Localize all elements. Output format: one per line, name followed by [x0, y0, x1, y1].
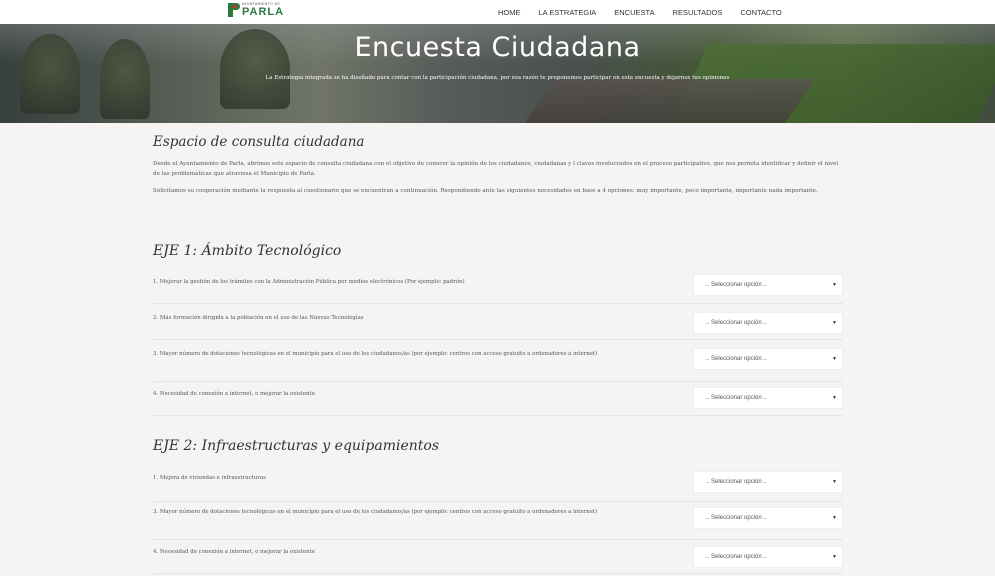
- caret-down-icon: ▼: [832, 282, 837, 288]
- question-row: 4. Necesidad de conexión a internet, o m…: [153, 382, 843, 416]
- intro-title: Espacio de consulta ciudadana: [153, 134, 365, 150]
- option-select[interactable]: .. Seleccionar opción .. ▼: [693, 507, 843, 529]
- question-row: 4. Necesidad de conexión a internet, o m…: [153, 540, 843, 574]
- select-value: .. Seleccionar opción ..: [706, 282, 767, 288]
- question-row: 2. Más formación dirigida a la población…: [153, 304, 843, 340]
- parla-logo[interactable]: AYUNTAMIENTO DE PARLA: [228, 2, 285, 18]
- question-text: 1. Mejorar la gestión de los trámites co…: [153, 279, 465, 285]
- intro-paragraph: Solicitamos su cooperación mediante la r…: [153, 188, 818, 194]
- option-select[interactable]: .. Seleccionar opción .. ▼: [693, 387, 843, 409]
- logo-big-text: PARLA: [242, 5, 285, 18]
- select-value: .. Seleccionar opción ..: [706, 395, 767, 401]
- intro-paragraph: Desde el Ayuntamiento de Parla, abrimos …: [153, 161, 839, 177]
- question-row: 1. Mejorar la gestión de los trámites co…: [153, 268, 843, 304]
- nav-la-estrategia[interactable]: LA ESTRATEGIA: [539, 8, 597, 17]
- select-value: .. Seleccionar opción ..: [706, 515, 767, 521]
- hero-banner: Encuesta Ciudadana La Estrategia integra…: [0, 24, 995, 123]
- question-text: 3. Mayor número de dotaciones tecnológic…: [153, 509, 598, 515]
- caret-down-icon: ▼: [832, 515, 837, 521]
- option-select[interactable]: .. Seleccionar opción .. ▼: [693, 274, 843, 296]
- option-select[interactable]: .. Seleccionar opción .. ▼: [693, 312, 843, 334]
- question-row: 3. Mayor número de dotaciones tecnológic…: [153, 502, 843, 540]
- caret-down-icon: ▼: [832, 479, 837, 485]
- question-text: 3. Mayor número de dotaciones tecnológic…: [153, 351, 598, 357]
- axis-2-title: EJE 2: Infraestructuras y equipamientos: [153, 438, 440, 454]
- option-select[interactable]: .. Seleccionar opción .. ▼: [693, 348, 843, 370]
- top-navigation-bar: AYUNTAMIENTO DE PARLA HOME LA ESTRATEGIA…: [0, 0, 995, 24]
- caret-down-icon: ▼: [832, 554, 837, 560]
- parla-logo-icon: [228, 3, 240, 18]
- option-select[interactable]: .. Seleccionar opción .. ▼: [693, 546, 843, 568]
- select-value: .. Seleccionar opción ..: [706, 356, 767, 362]
- caret-down-icon: ▼: [832, 320, 837, 326]
- select-value: .. Seleccionar opción ..: [706, 320, 767, 326]
- nav-home[interactable]: HOME: [498, 8, 521, 17]
- question-row: 1. Mejora de viviendas e infraestructura…: [153, 466, 843, 502]
- nav-resultados[interactable]: RESULTADOS: [673, 8, 723, 17]
- question-row: 3. Mayor número de dotaciones tecnológic…: [153, 340, 843, 382]
- hero-subtitle: La Estrategia integrada se ha diseñado p…: [265, 75, 730, 81]
- main-nav: HOME LA ESTRATEGIA ENCUESTA RESULTADOS C…: [498, 0, 782, 24]
- question-text: 4. Necesidad de conexión a internet, o m…: [153, 549, 315, 555]
- axis-1-title: EJE 1: Ámbito Tecnológico: [153, 243, 342, 259]
- survey-content: Espacio de consulta ciudadana Desde el A…: [153, 134, 843, 205]
- nav-encuesta[interactable]: ENCUESTA: [614, 8, 654, 17]
- select-value: .. Seleccionar opción ..: [706, 479, 767, 485]
- caret-down-icon: ▼: [832, 356, 837, 362]
- select-value: .. Seleccionar opción ..: [706, 554, 767, 560]
- question-text: 1. Mejora de viviendas e infraestructura…: [153, 475, 266, 481]
- nav-contacto[interactable]: CONTACTO: [740, 8, 781, 17]
- question-text: 4. Necesidad de conexión a internet, o m…: [153, 391, 315, 397]
- question-text: 2. Más formación dirigida a la población…: [153, 315, 364, 321]
- caret-down-icon: ▼: [832, 395, 837, 401]
- hero-title: Encuesta Ciudadana: [354, 32, 641, 63]
- option-select[interactable]: .. Seleccionar opción .. ▼: [693, 471, 843, 493]
